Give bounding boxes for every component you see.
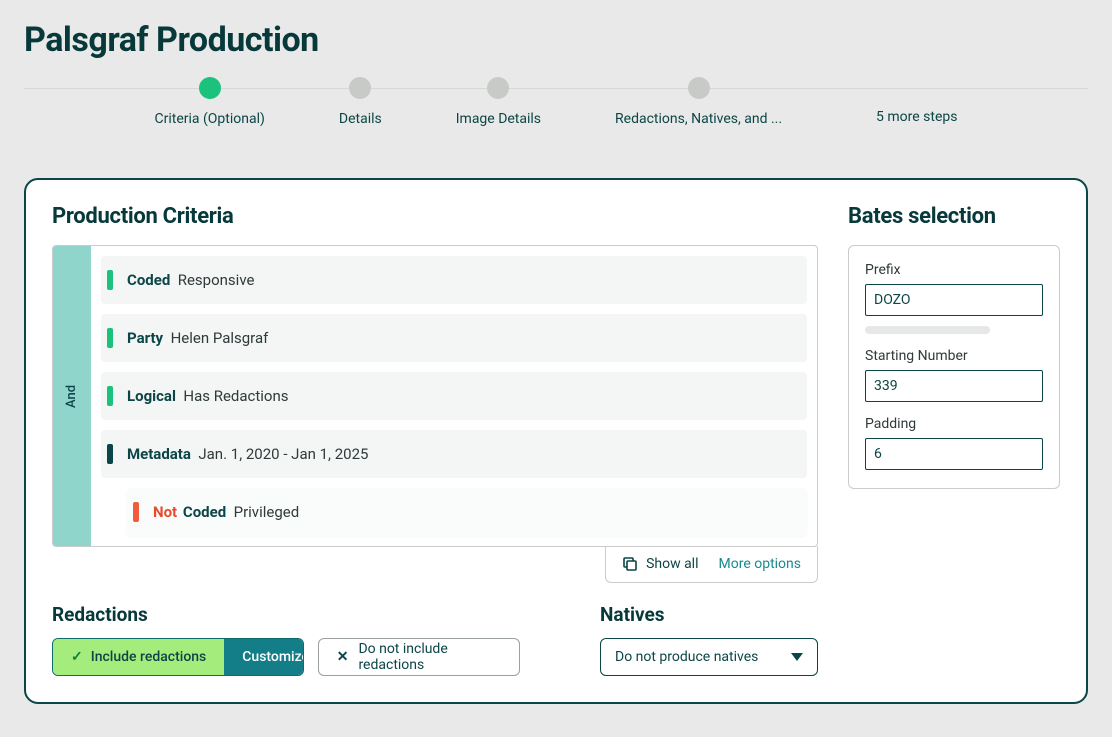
accent-bar-icon — [107, 328, 113, 348]
more-options-link[interactable]: More options — [719, 556, 802, 572]
include-redactions-label: Include redactions — [91, 649, 207, 665]
criteria-actions: Show all More options — [52, 546, 818, 583]
criteria-text: Not Coded Privileged — [153, 503, 299, 521]
x-icon: ✕ — [337, 649, 349, 665]
page-title: Palsgraf Production — [24, 20, 1088, 60]
step-criteria[interactable]: Criteria (Optional) — [155, 77, 265, 127]
redactions-segmented-control: ✓ Include redactions Customize — [52, 638, 304, 676]
criteria-text: Logical Has Redactions — [127, 387, 289, 405]
criteria-row[interactable]: Logical Has Redactions — [101, 372, 807, 420]
operator-label: And — [64, 384, 79, 407]
step-dot-icon — [688, 77, 710, 99]
step-dot-icon — [199, 77, 221, 99]
redactions-heading: Redactions — [52, 603, 520, 626]
wizard-stepper: Criteria (Optional) Details Image Detail… — [24, 88, 1088, 148]
step-image-details[interactable]: Image Details — [456, 77, 541, 127]
starting-number-input[interactable] — [865, 370, 1043, 402]
criteria-text: Party Helen Palsgraf — [127, 329, 268, 347]
accent-bar-icon — [107, 444, 113, 464]
step-details[interactable]: Details — [339, 77, 382, 127]
exclude-redactions-label: Do not include redactions — [358, 641, 501, 673]
overlap-squares-icon — [622, 556, 638, 572]
step-redactions-natives[interactable]: Redactions, Natives, and ... — [615, 77, 782, 127]
bates-box: Prefix Starting Number Padding — [848, 245, 1060, 489]
natives-heading: Natives — [600, 603, 818, 626]
step-label: Details — [339, 111, 382, 127]
bates-heading: Bates selection — [848, 204, 1060, 229]
show-all-button[interactable]: Show all — [622, 556, 698, 572]
padding-label: Padding — [865, 416, 1043, 432]
padding-input[interactable] — [865, 438, 1043, 470]
customize-label: Customize — [242, 649, 303, 665]
criteria-container: And Coded Responsive Party Helen Palsgra… — [52, 245, 818, 547]
starting-number-label: Starting Number — [865, 348, 1043, 364]
step-label: Criteria (Optional) — [155, 111, 265, 127]
accent-bar-icon — [107, 386, 113, 406]
criteria-row[interactable]: Party Helen Palsgraf — [101, 314, 807, 362]
accent-bar-icon — [107, 270, 113, 290]
step-dot-icon — [349, 77, 371, 99]
step-label: Redactions, Natives, and ... — [615, 111, 782, 127]
check-icon: ✓ — [71, 649, 83, 665]
include-redactions-button[interactable]: ✓ Include redactions — [53, 639, 224, 675]
criteria-row[interactable]: Coded Responsive — [101, 256, 807, 304]
step-label: Image Details — [456, 111, 541, 127]
criteria-heading: Production Criteria — [52, 204, 818, 229]
criteria-text: Metadata Jan. 1, 2020 - Jan 1, 2025 — [127, 445, 368, 463]
main-panel: Production Criteria And Coded Responsive… — [24, 178, 1088, 704]
prefix-input[interactable] — [865, 284, 1043, 316]
criteria-text: Coded Responsive — [127, 271, 254, 289]
prefix-label: Prefix — [865, 262, 1043, 278]
criteria-rows: Coded Responsive Party Helen Palsgraf Lo… — [91, 246, 817, 546]
accent-bar-icon — [133, 502, 139, 522]
criteria-row-nested[interactable]: Not Coded Privileged — [127, 488, 807, 536]
natives-select[interactable]: Do not produce natives — [600, 638, 818, 676]
operator-rail[interactable]: And — [53, 246, 91, 546]
natives-selected-label: Do not produce natives — [615, 649, 758, 665]
exclude-redactions-button[interactable]: ✕ Do not include redactions — [318, 638, 520, 676]
criteria-row[interactable]: Metadata Jan. 1, 2020 - Jan 1, 2025 — [101, 430, 807, 478]
more-steps-label: 5 more steps — [876, 109, 957, 127]
show-all-label: Show all — [646, 556, 698, 572]
step-dot-icon — [487, 77, 509, 99]
chevron-down-icon — [791, 653, 803, 661]
prefix-hint-bar — [865, 326, 990, 334]
customize-redactions-button[interactable]: Customize — [224, 639, 303, 675]
